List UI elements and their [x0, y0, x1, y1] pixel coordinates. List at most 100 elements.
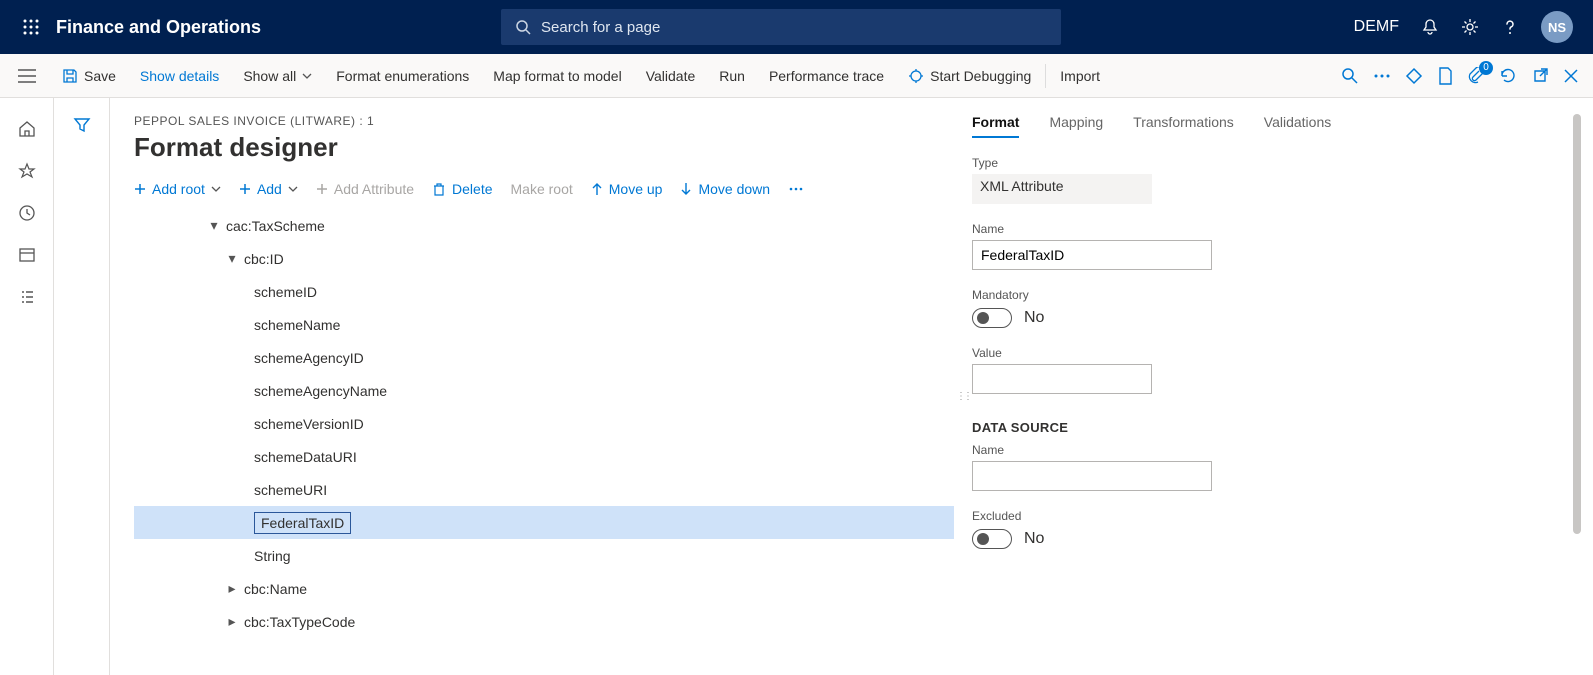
help-icon — [1501, 18, 1519, 36]
page-icon — [1437, 67, 1453, 85]
type-label: Type — [972, 156, 1557, 170]
performance-trace-button[interactable]: Performance trace — [757, 54, 896, 98]
show-details-button[interactable]: Show details — [128, 54, 231, 98]
gear-icon — [1461, 18, 1479, 36]
nav-home[interactable] — [18, 120, 36, 138]
arrow-up-icon — [591, 182, 603, 196]
filter-button[interactable] — [73, 116, 91, 134]
scrollbar[interactable] — [1573, 114, 1581, 534]
search-placeholder: Search for a page — [541, 19, 660, 36]
add-button[interactable]: Add — [239, 181, 298, 197]
nav-toggle[interactable] — [4, 69, 50, 83]
import-button[interactable]: Import — [1048, 54, 1112, 98]
tree-row[interactable]: schemeVersionID — [134, 407, 954, 440]
properties-pane: Format Mapping Transformations Validatio… — [972, 114, 1593, 675]
tab-mapping[interactable]: Mapping — [1049, 114, 1103, 138]
tree-row[interactable]: String — [134, 539, 954, 572]
notifications-button[interactable] — [1421, 18, 1439, 36]
caret-expanded-icon[interactable]: ▾ — [206, 217, 222, 234]
bell-icon — [1421, 18, 1439, 36]
make-root-button: Make root — [511, 181, 573, 197]
chevron-down-icon — [211, 184, 221, 194]
map-format-button[interactable]: Map format to model — [481, 54, 633, 98]
settings-button[interactable] — [1461, 18, 1479, 36]
find-button[interactable] — [1341, 67, 1359, 85]
tree-row[interactable]: schemeDataURI — [134, 440, 954, 473]
tree-row[interactable]: ▸cbc:Name — [134, 572, 954, 605]
close-button[interactable] — [1563, 68, 1579, 84]
name-input[interactable] — [972, 240, 1212, 270]
waffle-icon — [23, 19, 39, 35]
popout-button[interactable] — [1531, 67, 1549, 85]
plus-icon — [239, 183, 251, 195]
tree-more-button[interactable] — [788, 181, 804, 197]
debug-icon — [908, 68, 924, 84]
excluded-label: Excluded — [972, 509, 1557, 523]
popout-icon — [1531, 67, 1549, 85]
splitter[interactable] — [954, 114, 972, 675]
ds-name-input[interactable] — [972, 461, 1212, 491]
star-icon — [18, 162, 36, 180]
plus-icon — [316, 183, 328, 195]
excluded-toggle[interactable] — [972, 529, 1012, 549]
value-input[interactable] — [972, 364, 1152, 394]
refresh-button[interactable] — [1499, 67, 1517, 85]
run-button[interactable]: Run — [707, 54, 757, 98]
company-picker[interactable]: DEMF — [1354, 18, 1399, 36]
tree-row[interactable]: schemeURI — [134, 473, 954, 506]
tree-row[interactable]: ▾cac:TaxScheme — [134, 209, 954, 242]
tree-row[interactable]: ▸cbc:TaxTypeCode — [134, 605, 954, 638]
mandatory-value: No — [1024, 309, 1044, 327]
plus-icon — [134, 183, 146, 195]
page-options-button[interactable] — [1437, 67, 1453, 85]
tree-row[interactable]: schemeID — [134, 275, 954, 308]
options-button[interactable] — [1405, 67, 1423, 85]
tree-row-selected[interactable]: FederalTaxID — [134, 506, 954, 539]
tree-row[interactable]: schemeName — [134, 308, 954, 341]
move-down-button[interactable]: Move down — [680, 181, 770, 197]
refresh-icon — [1499, 67, 1517, 85]
list-icon — [18, 288, 36, 306]
app-launcher[interactable] — [8, 19, 54, 35]
close-icon — [1563, 68, 1579, 84]
tree-row[interactable]: ▾cbc:ID — [134, 242, 954, 275]
delete-button[interactable]: Delete — [432, 181, 492, 197]
excluded-value: No — [1024, 530, 1044, 548]
global-search[interactable]: Search for a page — [501, 9, 1061, 45]
brand-title: Finance and Operations — [56, 17, 261, 38]
move-up-button[interactable]: Move up — [591, 181, 663, 197]
more-button[interactable] — [1373, 67, 1391, 85]
format-tree: ▾cac:TaxScheme ▾cbc:ID schemeID schemeNa… — [134, 209, 954, 638]
start-debugging-button[interactable]: Start Debugging — [896, 54, 1043, 98]
help-button[interactable] — [1501, 18, 1519, 36]
divider — [1045, 64, 1046, 88]
nav-modules[interactable] — [18, 288, 36, 306]
attachments-button[interactable]: 0 — [1467, 67, 1485, 85]
nav-workspaces[interactable] — [18, 246, 36, 264]
mandatory-toggle[interactable] — [972, 308, 1012, 328]
tree-toolbar: Add root Add Add Attribute Delete Make r… — [134, 181, 954, 197]
tab-validations[interactable]: Validations — [1264, 114, 1331, 138]
format-enumerations-button[interactable]: Format enumerations — [324, 54, 481, 98]
show-all-button[interactable]: Show all — [231, 54, 324, 98]
tree-row[interactable]: schemeAgencyID — [134, 341, 954, 374]
caret-collapsed-icon[interactable]: ▸ — [224, 613, 240, 630]
tab-format[interactable]: Format — [972, 114, 1019, 138]
chevron-down-icon — [288, 184, 298, 194]
add-root-button[interactable]: Add root — [134, 181, 221, 197]
caret-expanded-icon[interactable]: ▾ — [224, 250, 240, 267]
user-avatar[interactable]: NS — [1541, 11, 1573, 43]
tree-row[interactable]: schemeAgencyName — [134, 374, 954, 407]
save-button[interactable]: Save — [50, 54, 128, 98]
name-label: Name — [972, 222, 1557, 236]
tab-transformations[interactable]: Transformations — [1133, 114, 1234, 138]
properties-tabs: Format Mapping Transformations Validatio… — [972, 114, 1557, 138]
nav-recent[interactable] — [18, 204, 36, 222]
value-label: Value — [972, 346, 1557, 360]
validate-button[interactable]: Validate — [634, 54, 708, 98]
caret-collapsed-icon[interactable]: ▸ — [224, 580, 240, 597]
chevron-down-icon — [302, 71, 312, 81]
breadcrumb: PEPPOL SALES INVOICE (LITWARE) : 1 — [134, 114, 954, 128]
nav-rail — [0, 98, 54, 675]
nav-favorites[interactable] — [18, 162, 36, 180]
